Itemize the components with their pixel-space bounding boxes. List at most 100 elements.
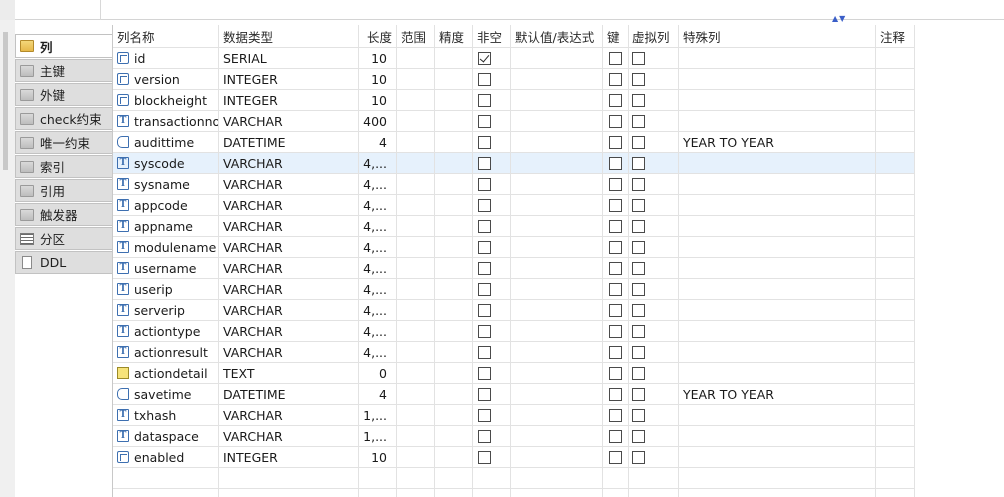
virtual-cell[interactable] bbox=[629, 258, 679, 279]
table-row[interactable]: Tactionresult VARCHAR 4,... bbox=[113, 342, 915, 363]
header-length[interactable]: 长度 bbox=[359, 25, 397, 48]
key-checkbox[interactable] bbox=[609, 261, 622, 275]
comment-cell[interactable] bbox=[876, 132, 915, 153]
key-cell[interactable] bbox=[603, 447, 629, 468]
comment-cell[interactable] bbox=[876, 342, 915, 363]
table-row[interactable]: Tsyscode VARCHAR 4,... bbox=[113, 153, 915, 174]
column-precision-cell[interactable] bbox=[435, 237, 473, 258]
comment-cell[interactable] bbox=[876, 300, 915, 321]
column-precision-cell[interactable] bbox=[435, 447, 473, 468]
column-range-cell[interactable] bbox=[397, 90, 435, 111]
header-range[interactable]: 范围 bbox=[397, 25, 435, 48]
key-cell[interactable] bbox=[603, 342, 629, 363]
column-type-cell[interactable]: INTEGER bbox=[219, 447, 359, 468]
default-value-cell[interactable] bbox=[511, 111, 603, 132]
column-precision-cell[interactable] bbox=[435, 342, 473, 363]
special-column-cell[interactable] bbox=[679, 111, 876, 132]
comment-cell[interactable] bbox=[876, 363, 915, 384]
virtual-checkbox[interactable] bbox=[632, 114, 645, 128]
column-range-cell[interactable] bbox=[397, 447, 435, 468]
special-column-cell[interactable] bbox=[679, 363, 876, 384]
column-precision-cell[interactable] bbox=[435, 363, 473, 384]
not-null-checkbox[interactable] bbox=[478, 72, 491, 86]
comment-cell[interactable] bbox=[876, 90, 915, 111]
header-not-null[interactable]: 非空 bbox=[473, 25, 511, 48]
comment-cell[interactable] bbox=[876, 48, 915, 69]
column-precision-cell[interactable] bbox=[435, 90, 473, 111]
column-name-cell[interactable]: Tmodulename bbox=[113, 237, 219, 258]
virtual-cell[interactable] bbox=[629, 153, 679, 174]
column-type-cell[interactable]: VARCHAR bbox=[219, 153, 359, 174]
column-length-cell[interactable]: 4,... bbox=[359, 216, 397, 237]
column-type-cell[interactable]: VARCHAR bbox=[219, 216, 359, 237]
virtual-checkbox[interactable] bbox=[632, 219, 645, 233]
key-cell[interactable] bbox=[603, 216, 629, 237]
not-null-checkbox[interactable] bbox=[478, 177, 491, 191]
key-checkbox[interactable] bbox=[609, 450, 622, 464]
virtual-checkbox[interactable] bbox=[632, 303, 645, 317]
virtual-checkbox[interactable] bbox=[632, 366, 645, 380]
virtual-checkbox[interactable] bbox=[632, 93, 645, 107]
table-row[interactable]: audittime DATETIME 4 YEAR TO YEAR bbox=[113, 132, 915, 153]
column-name-cell[interactable]: Tsysname bbox=[113, 174, 219, 195]
column-precision-cell[interactable] bbox=[435, 279, 473, 300]
comment-cell[interactable] bbox=[876, 426, 915, 447]
tab-6[interactable]: 引用 bbox=[15, 179, 112, 202]
column-length-cell[interactable]: 10 bbox=[359, 69, 397, 90]
table-row[interactable]: Tappname VARCHAR 4,... bbox=[113, 216, 915, 237]
column-length-cell[interactable]: 4,... bbox=[359, 300, 397, 321]
column-type-cell[interactable]: VARCHAR bbox=[219, 405, 359, 426]
column-precision-cell[interactable] bbox=[435, 132, 473, 153]
header-name[interactable]: 列名称 bbox=[113, 25, 219, 48]
table-row[interactable]: version INTEGER 10 bbox=[113, 69, 915, 90]
key-cell[interactable] bbox=[603, 300, 629, 321]
not-null-checkbox[interactable] bbox=[478, 387, 491, 401]
key-checkbox[interactable] bbox=[609, 156, 622, 170]
virtual-cell[interactable] bbox=[629, 90, 679, 111]
virtual-cell[interactable] bbox=[629, 300, 679, 321]
virtual-checkbox[interactable] bbox=[632, 261, 645, 275]
default-value-cell[interactable] bbox=[511, 363, 603, 384]
column-name-cell[interactable]: Tsyscode bbox=[113, 153, 219, 174]
not-null-checkbox[interactable] bbox=[478, 366, 491, 380]
not-null-cell[interactable] bbox=[473, 384, 511, 405]
column-length-cell[interactable]: 10 bbox=[359, 90, 397, 111]
key-cell[interactable] bbox=[603, 174, 629, 195]
special-column-cell[interactable] bbox=[679, 174, 876, 195]
not-null-cell[interactable] bbox=[473, 111, 511, 132]
table-row[interactable]: Ttxhash VARCHAR 1,... bbox=[113, 405, 915, 426]
column-length-cell[interactable]: 400 bbox=[359, 111, 397, 132]
not-null-cell[interactable] bbox=[473, 447, 511, 468]
column-range-cell[interactable] bbox=[397, 426, 435, 447]
column-type-cell[interactable]: DATETIME bbox=[219, 384, 359, 405]
table-row[interactable]: Tuserip VARCHAR 4,... bbox=[113, 279, 915, 300]
key-checkbox[interactable] bbox=[609, 324, 622, 338]
virtual-checkbox[interactable] bbox=[632, 387, 645, 401]
column-name-cell[interactable]: Tactionresult bbox=[113, 342, 219, 363]
key-cell[interactable] bbox=[603, 405, 629, 426]
column-range-cell[interactable] bbox=[397, 279, 435, 300]
virtual-checkbox[interactable] bbox=[632, 51, 645, 65]
column-length-cell[interactable]: 4,... bbox=[359, 174, 397, 195]
special-column-cell[interactable] bbox=[679, 237, 876, 258]
column-name-cell[interactable]: version bbox=[113, 69, 219, 90]
column-length-cell[interactable]: 4 bbox=[359, 384, 397, 405]
key-cell[interactable] bbox=[603, 132, 629, 153]
virtual-cell[interactable] bbox=[629, 111, 679, 132]
column-type-cell[interactable]: VARCHAR bbox=[219, 258, 359, 279]
column-type-cell[interactable]: INTEGER bbox=[219, 69, 359, 90]
key-checkbox[interactable] bbox=[609, 408, 622, 422]
default-value-cell[interactable] bbox=[511, 426, 603, 447]
column-type-cell[interactable]: INTEGER bbox=[219, 90, 359, 111]
not-null-cell[interactable] bbox=[473, 90, 511, 111]
column-name-cell[interactable]: blockheight bbox=[113, 90, 219, 111]
column-length-cell[interactable]: 10 bbox=[359, 48, 397, 69]
key-checkbox[interactable] bbox=[609, 345, 622, 359]
special-column-cell[interactable] bbox=[679, 342, 876, 363]
column-type-cell[interactable]: VARCHAR bbox=[219, 111, 359, 132]
column-type-cell[interactable]: VARCHAR bbox=[219, 426, 359, 447]
special-column-cell[interactable] bbox=[679, 69, 876, 90]
table-row[interactable]: Tactiontype VARCHAR 4,... bbox=[113, 321, 915, 342]
column-length-cell[interactable]: 4 bbox=[359, 132, 397, 153]
key-cell[interactable] bbox=[603, 384, 629, 405]
